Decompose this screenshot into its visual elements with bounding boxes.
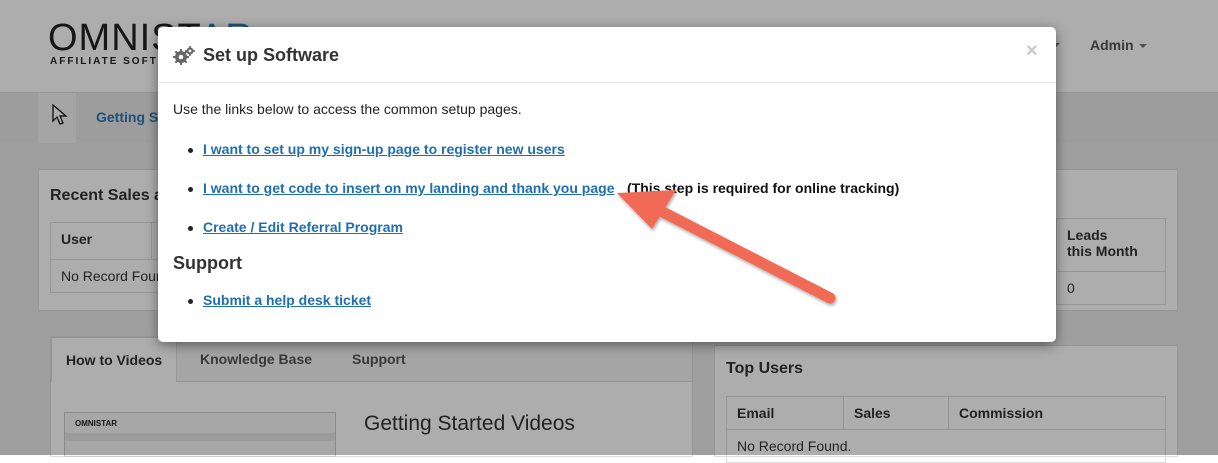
- gears-icon: [173, 46, 195, 65]
- modal-intro-text: Use the links below to access the common…: [173, 101, 522, 117]
- help-desk-ticket-link[interactable]: Submit a help desk ticket: [203, 292, 371, 308]
- signup-page-link[interactable]: I want to set up my sign-up page to regi…: [203, 141, 565, 157]
- referral-program-link[interactable]: Create / Edit Referral Program: [203, 219, 403, 235]
- setup-software-modal: Set up Software × Use the links below to…: [158, 27, 1056, 342]
- close-icon[interactable]: ×: [1026, 41, 1038, 61]
- bullet: [188, 226, 193, 231]
- modal-title: Set up Software: [203, 45, 340, 65]
- support-heading: Support: [173, 253, 242, 273]
- modal-header: Set up Software ×: [158, 27, 1056, 83]
- tracking-required-note: (This step is required for online tracki…: [627, 180, 900, 196]
- bullet: [188, 148, 193, 153]
- tracking-code-link[interactable]: I want to get code to insert on my landi…: [203, 180, 614, 196]
- bullet: [188, 299, 193, 304]
- bullet: [188, 187, 193, 192]
